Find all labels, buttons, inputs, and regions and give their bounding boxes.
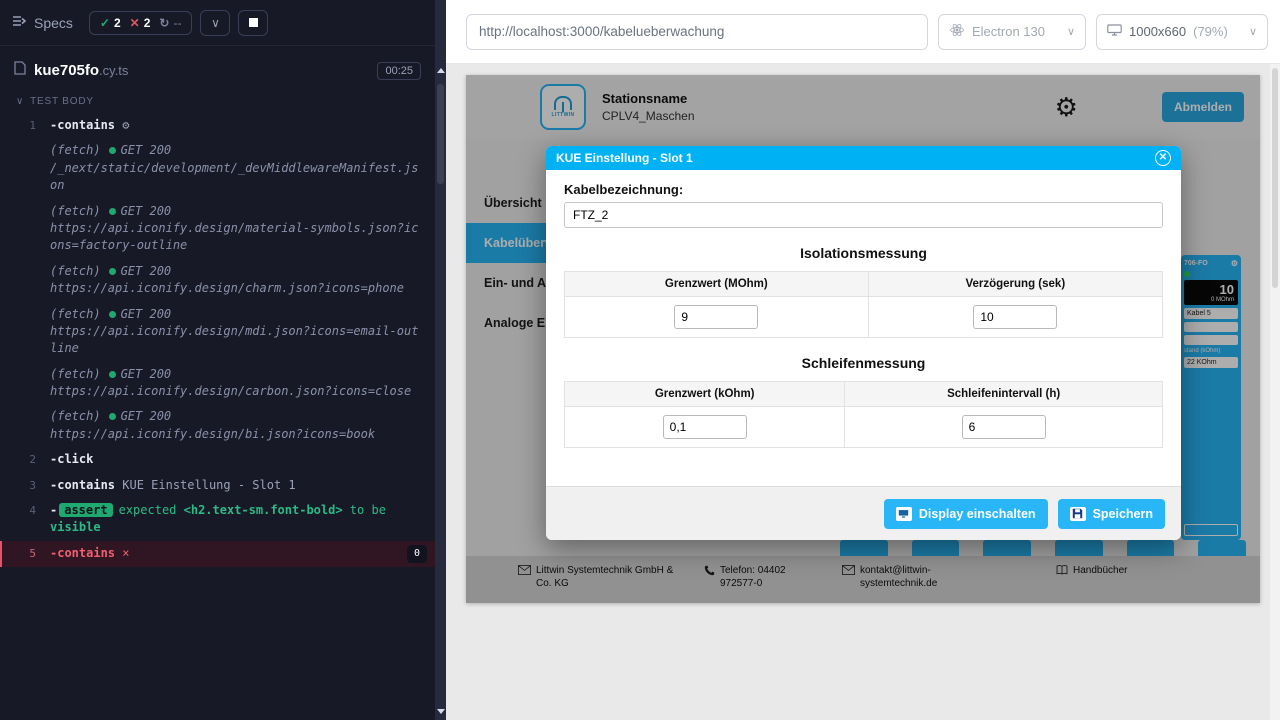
x-icon: ✕ bbox=[130, 16, 140, 30]
table-header: Grenzwert (kOhm) bbox=[565, 382, 845, 407]
modal-header: KUE Einstellung - Slot 1 ✕ bbox=[546, 146, 1181, 170]
status-ok-dot bbox=[109, 208, 116, 215]
command-log: 1-contains ⚙(fetch)GET 200/_next/static/… bbox=[0, 111, 435, 567]
stat-passed: ✓2 bbox=[100, 16, 121, 30]
table-header: Schleifenintervall (h) bbox=[845, 382, 1163, 407]
collapse-button[interactable]: ∨ bbox=[200, 10, 230, 36]
file-icon bbox=[14, 61, 26, 80]
monitor-icon bbox=[1107, 24, 1122, 39]
cypress-reporter: Specs ✓2 ✕2 ↻-- ∨ kue705fo.cy.ts 00:25 ∨… bbox=[0, 0, 435, 720]
section-title: Isolationsmessung bbox=[564, 245, 1163, 261]
section-title: Schleifenmessung bbox=[564, 355, 1163, 371]
table-header: Grenzwert (MOhm) bbox=[565, 272, 869, 297]
spec-ext: .cy.ts bbox=[99, 63, 128, 78]
status-ok-dot bbox=[109, 371, 116, 378]
table-header: Verzögerung (sek) bbox=[868, 272, 1162, 297]
chevron-down-icon: ∨ bbox=[1067, 25, 1075, 38]
command-row[interactable]: 5-contains ×0 bbox=[0, 541, 435, 568]
test-body-label: TEST BODY bbox=[30, 96, 94, 107]
scroll-up-arrow[interactable] bbox=[437, 68, 445, 73]
spec-row[interactable]: kue705fo.cy.ts 00:25 bbox=[0, 46, 435, 90]
chevron-down-icon: ∨ bbox=[1249, 25, 1257, 38]
browser-selector[interactable]: Electron 130 ∨ bbox=[938, 14, 1086, 50]
aut-scrollbar[interactable] bbox=[1270, 64, 1280, 720]
settings-table: Grenzwert (MOhm)Verzögerung (sek) bbox=[564, 271, 1163, 338]
stop-icon bbox=[249, 18, 258, 27]
status-ok-dot bbox=[109, 311, 116, 318]
modal-title: KUE Einstellung - Slot 1 bbox=[556, 151, 693, 165]
command-row[interactable]: (fetch)GET 200https://api.iconify.design… bbox=[0, 362, 435, 405]
restart-icon: ↻ bbox=[159, 16, 169, 30]
command-count-badge: 0 bbox=[407, 545, 427, 564]
stat-pending: ↻-- bbox=[159, 16, 181, 30]
spec-name: kue705fo bbox=[34, 62, 99, 79]
command-row[interactable]: 2-click bbox=[0, 447, 435, 472]
modal-footer: Display einschalten Speichern bbox=[546, 486, 1181, 540]
viewport-selector[interactable]: 1000x660 (79%) ∨ bbox=[1096, 14, 1268, 50]
specs-label[interactable]: Specs bbox=[34, 15, 73, 31]
app-under-test: LITTWIN Stationsname CPLV4_Maschen ⚙ Abm… bbox=[466, 75, 1260, 603]
aut-topbar: Electron 130 ∨ 1000x660 (79%) ∨ bbox=[446, 0, 1280, 64]
command-row[interactable]: (fetch)GET 200https://api.iconify.design… bbox=[0, 302, 435, 362]
viewport-size: 1000x660 bbox=[1129, 24, 1186, 39]
check-icon: ✓ bbox=[100, 16, 110, 30]
status-ok-dot bbox=[109, 413, 116, 420]
status-ok-dot bbox=[109, 147, 116, 154]
viewport-zoom: (79%) bbox=[1193, 24, 1228, 39]
value-input[interactable] bbox=[973, 305, 1057, 329]
chevron-down-icon: ∨ bbox=[16, 96, 24, 107]
url-bar[interactable] bbox=[466, 14, 928, 50]
scrollbar-thumb[interactable] bbox=[437, 84, 444, 184]
reporter-header: Specs ✓2 ✕2 ↻-- ∨ bbox=[0, 0, 435, 46]
command-row[interactable]: (fetch)GET 200/_next/static/development/… bbox=[0, 138, 435, 198]
button-label: Display einschalten bbox=[919, 507, 1036, 521]
status-ok-dot bbox=[109, 268, 116, 275]
kabelbezeichnung-input[interactable] bbox=[564, 202, 1163, 228]
command-row[interactable]: 4-assertexpected <h2.text-sm.font-bold> … bbox=[0, 498, 435, 541]
browser-name: Electron 130 bbox=[972, 24, 1045, 39]
url-input[interactable] bbox=[467, 24, 927, 39]
value-input[interactable] bbox=[663, 415, 747, 439]
chevron-down-icon: ∨ bbox=[211, 16, 220, 30]
command-row[interactable]: (fetch)GET 200https://api.iconify.design… bbox=[0, 199, 435, 259]
spec-duration: 00:25 bbox=[377, 62, 421, 80]
command-row[interactable]: (fetch)GET 200https://api.iconify.design… bbox=[0, 259, 435, 302]
scrollbar-thumb[interactable] bbox=[1272, 68, 1278, 288]
specs-menu-icon[interactable] bbox=[12, 14, 26, 32]
kabel-label: Kabelbezeichnung: bbox=[564, 182, 1163, 197]
reporter-scrollbar[interactable] bbox=[435, 0, 446, 720]
modal-body: Kabelbezeichnung: Isolationsmessung Grenz… bbox=[546, 170, 1181, 486]
stop-button[interactable] bbox=[238, 10, 268, 36]
scroll-down-arrow[interactable] bbox=[437, 709, 445, 714]
electron-icon bbox=[949, 22, 965, 41]
command-row[interactable]: 1-contains ⚙ bbox=[0, 113, 435, 138]
value-input[interactable] bbox=[962, 415, 1046, 439]
display-on-button[interactable]: Display einschalten bbox=[884, 499, 1048, 529]
command-row[interactable]: (fetch)GET 200https://api.iconify.design… bbox=[0, 404, 435, 447]
save-icon bbox=[1070, 507, 1086, 521]
button-label: Speichern bbox=[1093, 507, 1153, 521]
assert-badge: assert bbox=[59, 503, 112, 517]
test-stats: ✓2 ✕2 ↻-- bbox=[89, 11, 193, 35]
save-button[interactable]: Speichern bbox=[1058, 499, 1165, 529]
test-body-header[interactable]: ∨ TEST BODY bbox=[0, 90, 435, 111]
stat-failed: ✕2 bbox=[130, 16, 151, 30]
kue-settings-modal: KUE Einstellung - Slot 1 ✕ Kabelbezeichn… bbox=[546, 146, 1181, 540]
command-row[interactable]: 3-contains KUE Einstellung - Slot 1 bbox=[0, 473, 435, 498]
close-icon[interactable]: ✕ bbox=[1155, 150, 1171, 166]
settings-table: Grenzwert (kOhm)Schleifenintervall (h) bbox=[564, 381, 1163, 448]
value-input[interactable] bbox=[674, 305, 758, 329]
display-icon bbox=[896, 507, 912, 521]
modal-sections: Isolationsmessung Grenzwert (MOhm)Verzöge… bbox=[564, 245, 1163, 448]
